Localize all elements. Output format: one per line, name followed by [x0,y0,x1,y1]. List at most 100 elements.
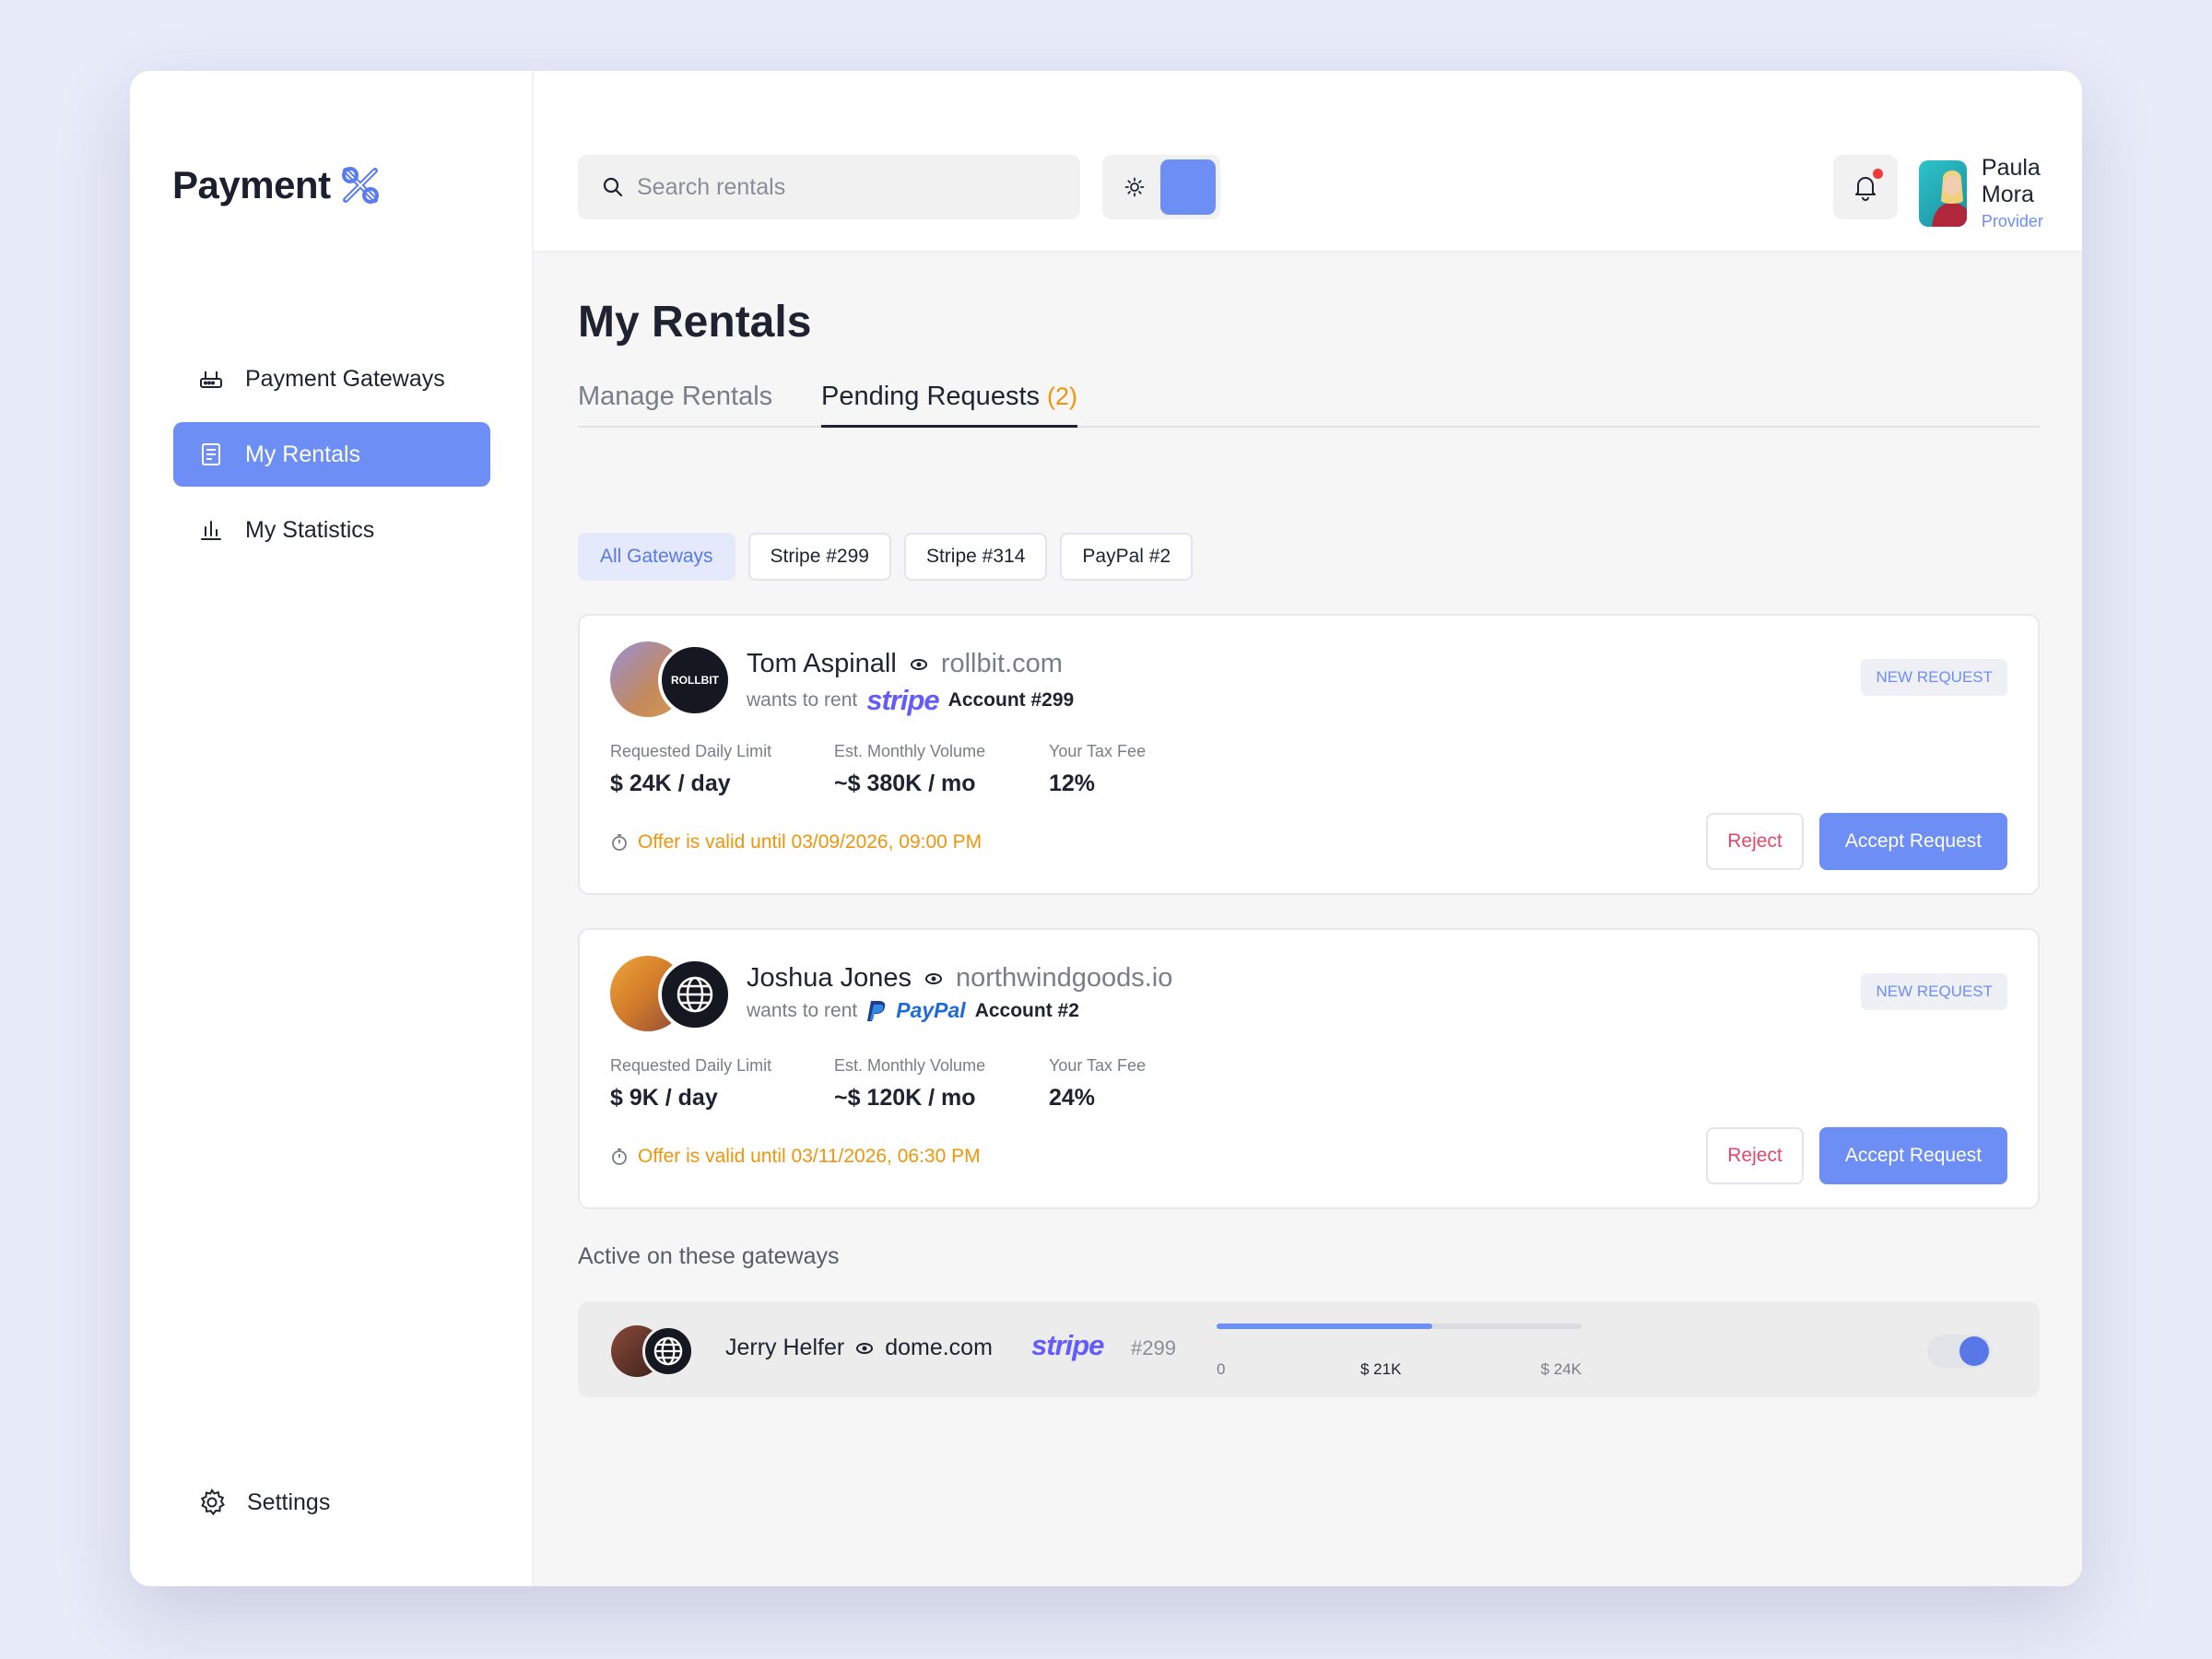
sun-icon [1124,177,1145,197]
top-bar: Paula Mora Provider [534,71,2082,253]
requester-domain[interactable]: rollbit.com [941,649,1063,679]
document-icon [202,443,220,465]
stat-value: $ 24K / day [610,771,731,796]
stat-value: ~$ 120K / mo [834,1085,976,1111]
sidebar-nav: Payment Gateways My Rentals My Statistic… [173,347,490,573]
reject-button[interactable]: Reject [1706,1127,1804,1184]
toggle-knob [1959,1336,1989,1366]
request-card: ROLLBIT Tom Aspinall rollbit.com wants t… [578,614,2040,895]
request-avatars: ROLLBIT [610,641,739,719]
user-menu[interactable]: Paula Mora Provider [1919,155,2082,231]
sidebar-item-label: My Statistics [245,516,375,543]
stat-value: $ 9K / day [610,1085,718,1111]
avatar [1919,159,1967,227]
bar-chart-icon [201,521,221,540]
globe-logo [658,958,732,1031]
request-card: Joshua Jones northwindgoods.io wants to … [578,928,2040,1209]
accept-request-button[interactable]: Accept Request [1819,1127,2007,1184]
settings-label: Settings [247,1488,331,1515]
progress-min-label: 0 [1217,1360,1226,1378]
logo-text: Payment [172,163,331,206]
active-user-info: Jerry Helfer dome.com [725,1335,993,1361]
stat-value: 12% [1049,771,1096,796]
gateway-filters: All Gateways Stripe #299 Stripe #314 Pay… [578,533,1194,581]
notifications-button[interactable] [1833,155,1898,219]
tab-bar: Manage Rentals Pending Requests (2) [578,382,2040,428]
main-content: My Rentals Manage Rentals Pending Reques… [534,253,2082,1586]
sidebar-item-payment-gateways[interactable]: Payment Gateways [173,347,490,411]
stat-daily-limit: Requested Daily Limit $ 24K / day [610,742,771,797]
logo-mark-icon [341,167,379,204]
offer-validity: Offer is valid until 03/11/2026, 06:30 P… [610,1146,981,1168]
status-badge: NEW REQUEST [1861,659,2007,696]
stat-tax-fee: Your Tax Fee 12% [1049,742,1146,797]
paypal-logo: PayPal [896,998,966,1022]
tab-pending-requests[interactable]: Pending Requests (2) [821,382,1077,428]
progress-max-label: $ 24K [1540,1360,1582,1378]
requester-name: Joshua Jones [747,963,912,993]
rent-details: wants to rent PayPal Account #2 [747,998,1079,1023]
search-box[interactable] [578,155,1080,219]
sidebar-item-label: Payment Gateways [245,365,445,392]
sidebar-item-my-statistics[interactable]: My Statistics [173,498,490,562]
stat-label: Est. Monthly Volume [834,742,986,760]
usage-progress-fill [1217,1324,1432,1329]
usage-progress-bar: 0 $ 21K $ 24K [1217,1324,1582,1378]
eye-icon [910,658,927,670]
globe-icon [653,1336,683,1366]
filter-all-gateways[interactable]: All Gateways [578,533,735,581]
rollbit-logo: ROLLBIT [658,643,732,717]
stat-label: Requested Daily Limit [610,1056,772,1075]
stat-monthly-volume: Est. Monthly Volume ~$ 380K / mo [834,742,985,797]
active-user-domain: dome.com [885,1335,993,1360]
eye-icon [856,1342,874,1354]
request-avatars [610,956,739,1033]
stat-label: Your Tax Fee [1049,742,1147,760]
gear-icon [200,1488,225,1516]
stat-label: Your Tax Fee [1049,1056,1147,1075]
tab-manage-rentals[interactable]: Manage Rentals [578,382,772,425]
filter-stripe-299[interactable]: Stripe #299 [747,533,891,581]
stat-label: Est. Monthly Volume [834,1056,986,1075]
requester-info: Tom Aspinall rollbit.com [747,649,1063,679]
theme-toggle[interactable] [1102,155,1220,219]
search-input[interactable] [637,173,1042,201]
stripe-logo: stripe [1031,1329,1104,1361]
stat-daily-limit: Requested Daily Limit $ 9K / day [610,1056,771,1112]
stopwatch-icon [612,834,627,851]
requester-name: Tom Aspinall [747,649,897,678]
active-avatars [611,1325,703,1377]
account-label: Account #2 [974,999,1079,1021]
stopwatch-icon [612,1148,627,1165]
active-gateway-row[interactable]: Jerry Helfer dome.com stripe #299 0 $ 21… [578,1301,2040,1397]
stat-value: 24% [1049,1085,1096,1111]
filter-stripe-314[interactable]: Stripe #314 [903,533,1048,581]
active-user-name: Jerry Helfer [725,1335,845,1360]
settings-link[interactable]: Settings [197,1488,330,1517]
progress-current-label: $ 21K [1360,1360,1402,1378]
page-title: My Rentals [578,298,812,347]
active-section-title: Active on these gateways [578,1243,840,1269]
tab-label: Pending Requests [821,382,1040,411]
pending-count: (2) [1047,382,1077,410]
requester-info: Joshua Jones northwindgoods.io [747,963,1172,994]
sidebar-item-my-rentals[interactable]: My Rentals [173,422,490,487]
stat-monthly-volume: Est. Monthly Volume ~$ 120K / mo [834,1056,985,1112]
gateway-account: #299 [1131,1336,1176,1359]
logo[interactable]: Payment [172,161,384,209]
paypal-icon [867,1000,886,1021]
wants-text: wants to rent [747,689,858,711]
reject-button[interactable]: Reject [1706,813,1804,870]
filter-paypal-2[interactable]: PayPal #2 [1060,533,1194,581]
offer-validity: Offer is valid until 03/09/2026, 09:00 P… [610,831,982,853]
globe-logo [642,1325,694,1377]
stat-value: ~$ 380K / mo [834,771,976,796]
requester-domain[interactable]: northwindgoods.io [956,963,1172,994]
notification-dot [1873,169,1883,179]
accept-request-button[interactable]: Accept Request [1819,813,2007,870]
search-icon [603,177,623,197]
offer-text: Offer is valid until 03/11/2026, 06:30 P… [638,1146,981,1167]
gateway-toggle[interactable] [1927,1335,1992,1368]
user-name: Paula Mora [1981,155,2041,207]
user-role: Provider [1981,212,2043,230]
